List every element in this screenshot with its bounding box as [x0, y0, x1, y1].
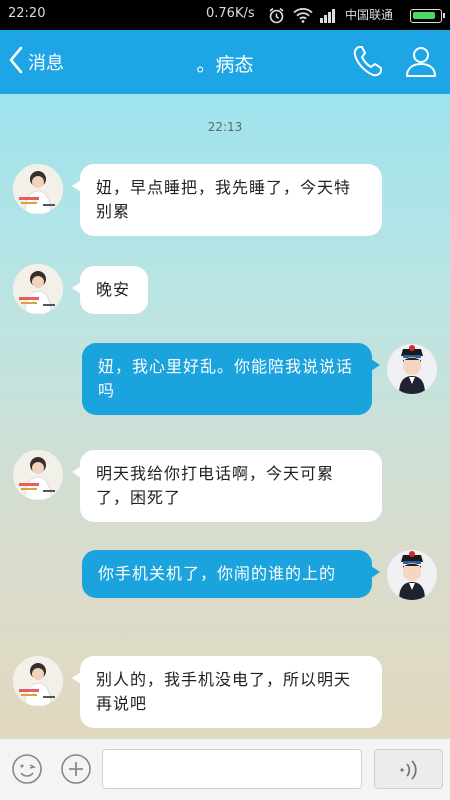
- message-input[interactable]: [102, 749, 362, 789]
- chat-area[interactable]: 22:13 妞，早点睡把，我先睡了，今天特别累 晚安 妞，我心里好乱。你能陪我说…: [0, 94, 450, 738]
- message-text: 妞，早点睡把，我先睡了，今天特别累: [96, 178, 352, 221]
- add-icon[interactable]: [60, 753, 92, 785]
- wifi-icon: [293, 7, 313, 27]
- carrier-name: 中国联通: [345, 8, 394, 22]
- voice-icon: [397, 757, 423, 787]
- contact-avatar[interactable]: [13, 164, 63, 214]
- network-speed: 0.76K/s: [206, 6, 255, 21]
- status-bar: 22:20 0.76K/s 中国联通: [0, 0, 450, 30]
- message-bubble-incoming[interactable]: 明天我给你打电话啊，今天可累了，困死了: [72, 450, 382, 522]
- phone-icon[interactable]: [352, 44, 384, 82]
- contact-avatar[interactable]: [13, 450, 63, 500]
- signal-icon: [319, 7, 339, 27]
- message-text: 晚安: [96, 280, 131, 299]
- contact-avatar[interactable]: [13, 264, 63, 314]
- message-bubble-outgoing[interactable]: 你手机关机了，你闹的谁的上的: [82, 550, 380, 598]
- alarm-icon: [268, 7, 285, 28]
- voice-button[interactable]: [374, 749, 443, 789]
- battery-icon: [410, 9, 445, 23]
- message-bubble-incoming[interactable]: 晚安: [72, 266, 148, 314]
- message-timestamp: 22:13: [207, 120, 243, 134]
- profile-icon[interactable]: [404, 44, 438, 82]
- message-bubble-outgoing[interactable]: 妞，我心里好乱。你能陪我说说话吗: [82, 343, 380, 415]
- message-text: 明天我给你打电话啊，今天可累了，困死了: [96, 464, 335, 507]
- message-bubble-incoming[interactable]: 别人的，我手机没电了，所以明天再说吧: [72, 656, 382, 728]
- emoji-icon[interactable]: [11, 753, 43, 785]
- my-avatar[interactable]: [387, 344, 437, 394]
- contact-avatar[interactable]: [13, 656, 63, 706]
- message-text: 你手机关机了，你闹的谁的上的: [98, 564, 337, 583]
- title-bar: 消息 。病态: [0, 30, 450, 94]
- status-time: 22:20: [8, 6, 46, 21]
- my-avatar[interactable]: [387, 550, 437, 600]
- message-bubble-incoming[interactable]: 妞，早点睡把，我先睡了，今天特别累: [72, 164, 382, 236]
- message-text: 妞，我心里好乱。你能陪我说说话吗: [98, 357, 354, 400]
- message-text: 别人的，我手机没电了，所以明天再说吧: [96, 670, 352, 713]
- input-bar: [0, 738, 450, 800]
